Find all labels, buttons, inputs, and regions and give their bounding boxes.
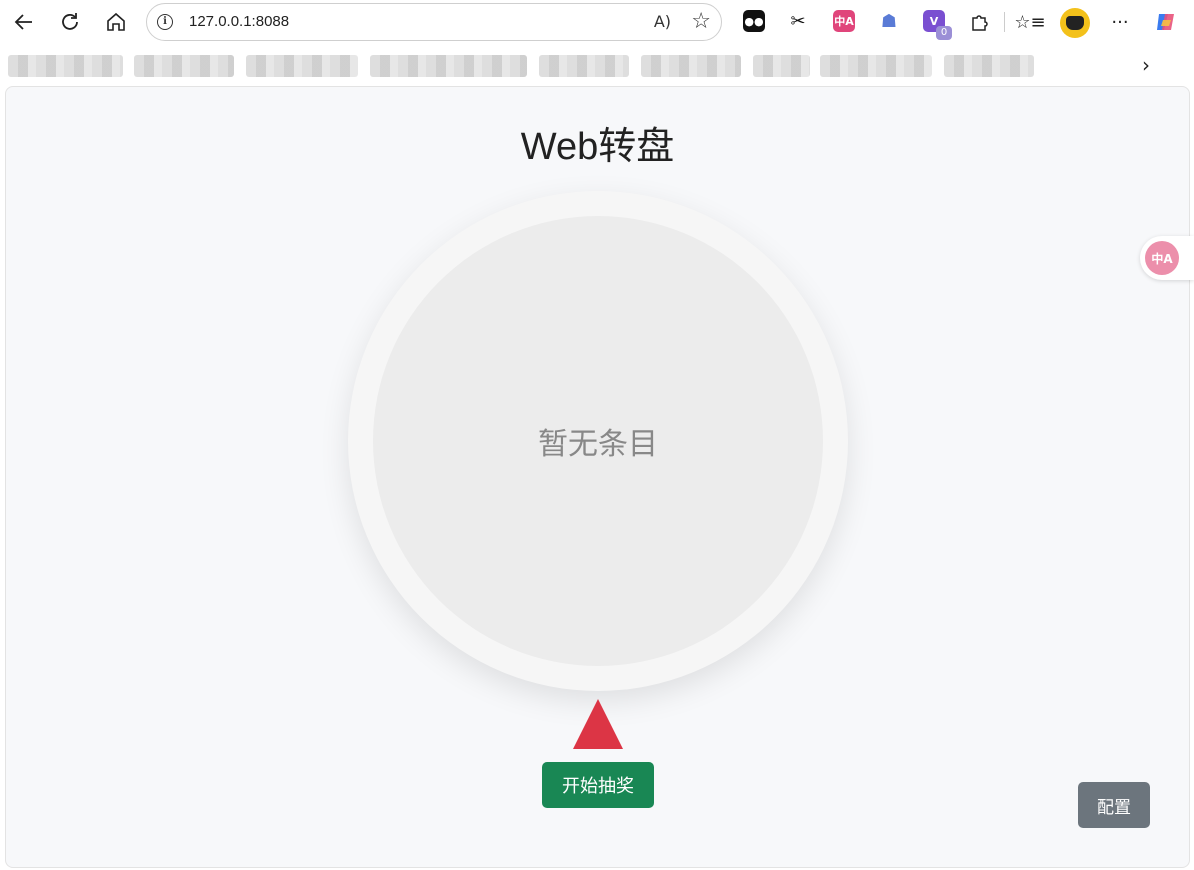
read-aloud-icon[interactable]: A) [654,12,671,31]
favorites-icon[interactable]: ☆≡ [1014,6,1046,38]
start-draw-button[interactable]: 开始抽奖 [542,762,654,808]
url-text: 127.0.0.1:8088 [189,13,290,30]
tampermonkey-icon[interactable]: ●● [743,10,765,32]
wheel-face: 暂无条目 [373,216,823,666]
bookmark-item[interactable] [820,55,932,77]
bookmark-item[interactable] [753,55,810,77]
refresh-icon[interactable] [54,6,86,38]
bookmark-item[interactable] [370,55,527,77]
page-viewport: Web转盘 暂无条目 开始抽奖 配置 [5,86,1190,868]
extension-badge: 0 [936,26,952,40]
site-info-icon[interactable]: i [157,14,173,30]
favorite-star-icon[interactable]: ☆ [691,9,711,34]
profile-avatar[interactable] [1060,8,1090,38]
address-bar[interactable]: i 127.0.0.1:8088 A) ☆ [146,3,722,41]
bookmark-item[interactable] [8,55,123,77]
bookmark-item[interactable] [641,55,741,77]
page-title: Web转盘 [520,126,675,168]
agent-ext-icon[interactable]: ☗ [878,10,900,32]
bookmark-item[interactable] [539,55,629,77]
browser-toolbar: i 127.0.0.1:8088 A) ☆ ●● ✂ 中A ☗ V 0 ☆≡ ·… [0,0,1194,44]
home-icon[interactable] [100,6,132,38]
copilot-icon[interactable] [1150,6,1182,38]
config-button[interactable]: 配置 [1078,782,1150,828]
wheel-pointer-triangle [573,699,623,749]
wheel-empty-text: 暂无条目 [538,427,658,462]
toolbar-divider [1004,12,1005,32]
back-icon[interactable] [8,6,40,38]
bookmark-item[interactable] [134,55,234,77]
translate-ext-icon[interactable]: 中A [833,10,855,32]
bookmarks-bar [0,48,1194,84]
translate-float-widget[interactable]: 中A [1140,236,1194,280]
scissors-icon[interactable]: ✂ [787,10,809,32]
bookmark-item[interactable] [246,55,358,77]
bookmark-item[interactable] [944,55,1034,77]
translate-icon: 中A [1145,241,1179,275]
extensions-puzzle-icon[interactable] [963,6,995,38]
more-menu-icon[interactable]: ··· [1104,6,1136,38]
wheel: 暂无条目 [348,191,848,691]
chevron-right-icon[interactable]: › [1142,53,1150,77]
